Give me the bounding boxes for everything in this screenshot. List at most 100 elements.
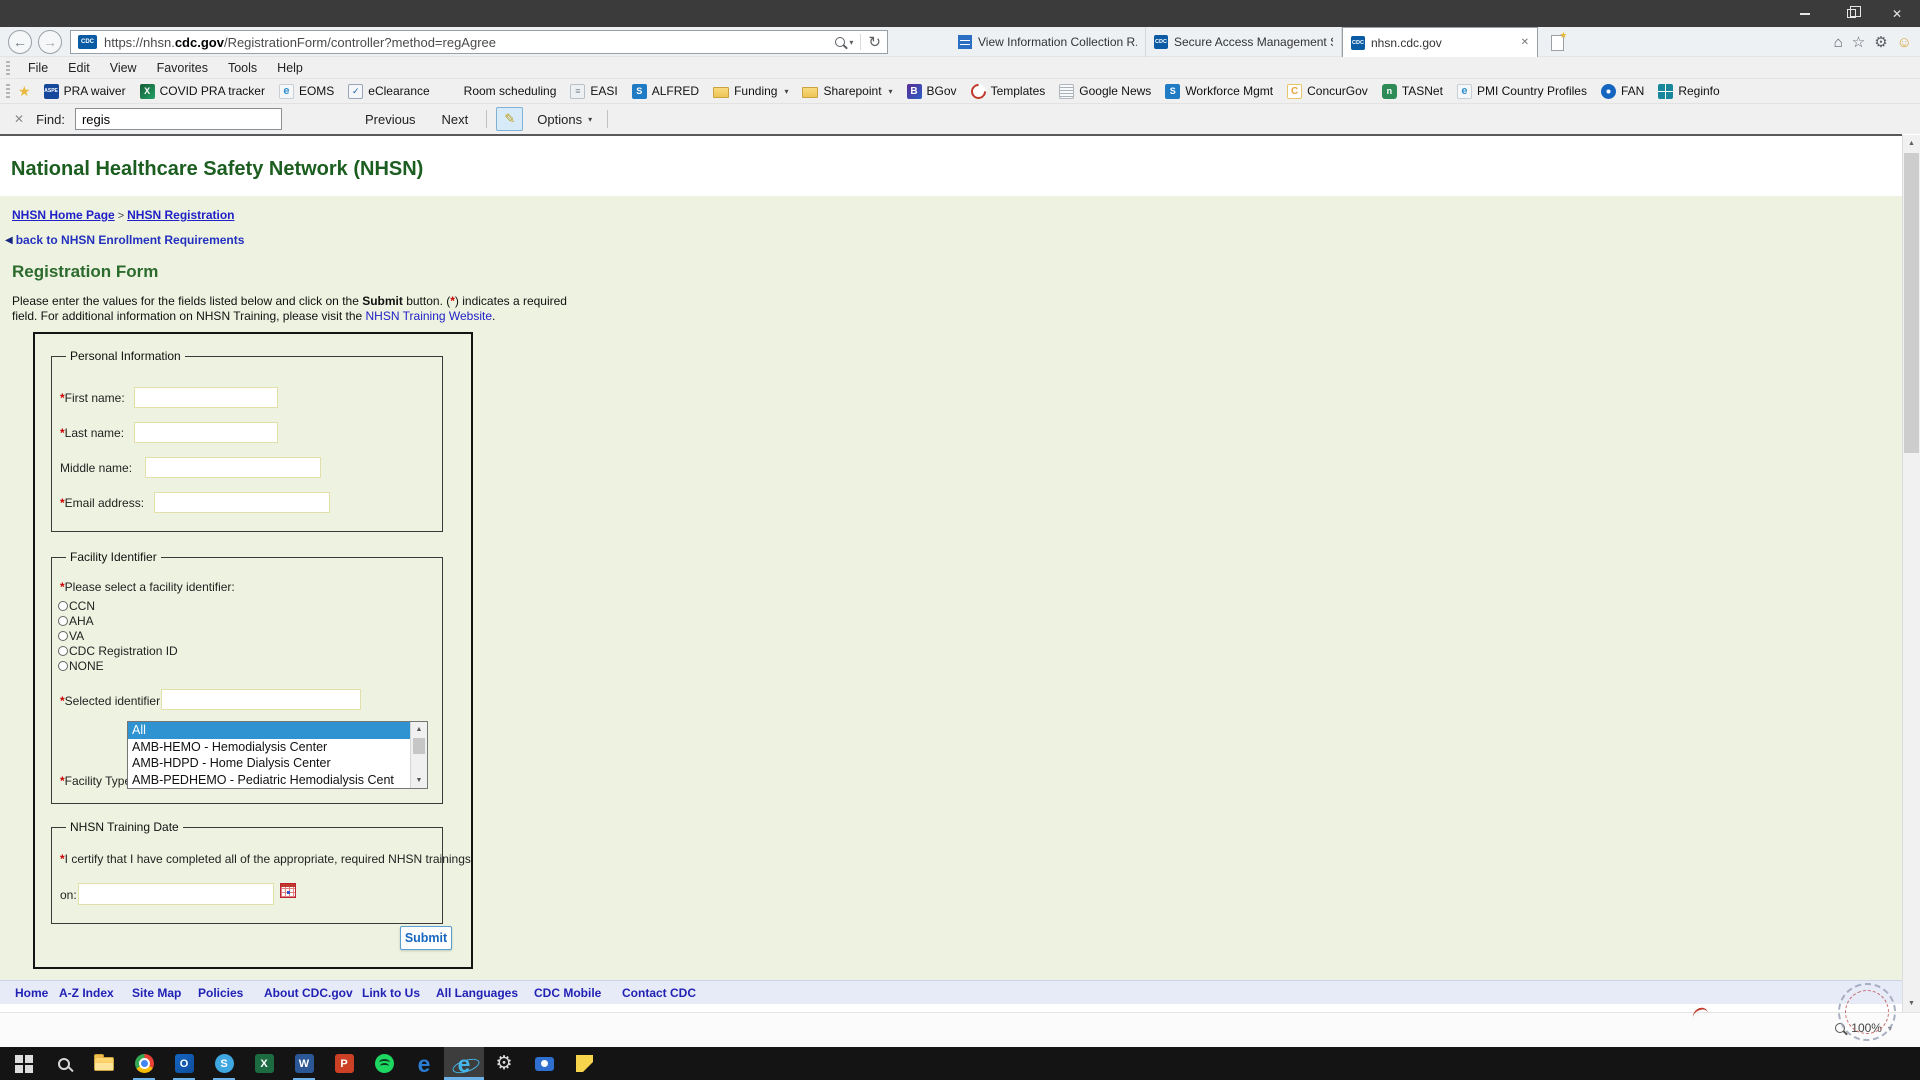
listbox-scrollbar[interactable]: ▲ ▼ (410, 722, 427, 788)
find-close-icon[interactable]: ✕ (14, 112, 24, 126)
scrollbar-thumb[interactable] (1904, 153, 1919, 453)
favorite-bgov[interactable]: BBGov (900, 84, 964, 99)
taskbar-internet-explorer-active[interactable]: e (444, 1047, 484, 1080)
training-date-field[interactable] (78, 883, 274, 905)
search-caret-icon[interactable]: ▾ (849, 38, 853, 47)
selected-identifier-id-field[interactable] (161, 689, 361, 710)
taskbar-skype[interactable]: S (204, 1047, 244, 1080)
footer-link-az-index[interactable]: A-Z Index (59, 986, 114, 1000)
listbox-option-amb-hemo[interactable]: AMB-HEMO - Hemodialysis Center (128, 739, 410, 756)
favorite-pra-waiver[interactable]: ASPEPRA waiver (37, 84, 133, 99)
scroll-up-icon[interactable]: ▲ (411, 722, 427, 737)
new-tab-button[interactable]: ★ (1546, 31, 1568, 55)
footer-link-link-to-us[interactable]: Link to Us (362, 986, 420, 1000)
nhsn-training-website-link[interactable]: NHSN Training Website (366, 309, 493, 323)
start-button[interactable] (4, 1047, 44, 1080)
taskbar-file-explorer[interactable] (84, 1047, 124, 1080)
listbox-option-amb-hdpd[interactable]: AMB-HDPD - Home Dialysis Center (128, 755, 410, 772)
menu-tools[interactable]: Tools (218, 61, 267, 75)
breadcrumb-home-link[interactable]: NHSN Home Page (12, 208, 115, 222)
taskbar-settings[interactable]: ⚙ (484, 1047, 524, 1080)
tab-view-information[interactable]: View Information Collection R... (950, 27, 1146, 57)
address-bar[interactable]: CDC https://nhsn.cdc.gov/RegistrationFor… (70, 30, 888, 54)
tab-nhsn-active[interactable]: CDC nhsn.cdc.gov ✕ (1342, 27, 1538, 57)
favorite-eoms[interactable]: eEOMS (272, 84, 341, 99)
menu-file[interactable]: File (18, 61, 58, 75)
feedback-smiley-icon[interactable]: ☺ (1897, 34, 1912, 51)
favorite-covid-pra-tracker[interactable]: XCOVID PRA tracker (133, 84, 272, 99)
footer-link-about-cdc[interactable]: About CDC.gov (264, 986, 353, 1000)
home-icon[interactable]: ⌂ (1834, 34, 1843, 51)
menu-help[interactable]: Help (267, 61, 313, 75)
gear-icon[interactable]: ⚙ (1874, 33, 1887, 51)
scroll-up-icon[interactable]: ▲ (1903, 135, 1920, 152)
scroll-down-icon[interactable]: ▼ (411, 773, 427, 788)
facility-type-listbox[interactable]: All AMB-HEMO - Hemodialysis Center AMB-H… (127, 721, 428, 789)
tab-secure-access[interactable]: CDC Secure Access Management Se... (1146, 27, 1342, 57)
find-next-button[interactable]: Next (429, 112, 482, 127)
restore-button[interactable] (1828, 0, 1874, 27)
listbox-option-amb-pedhemo[interactable]: AMB-PEDHEMO - Pediatric Hemodialysis Cen… (128, 772, 410, 789)
footer-link-policies[interactable]: Policies (198, 986, 243, 1000)
footer-link-all-languages[interactable]: All Languages (436, 986, 518, 1000)
radio-none[interactable]: NONE (58, 659, 104, 673)
favorite-alfred[interactable]: SALFRED (625, 84, 706, 99)
taskbar-excel[interactable]: X (244, 1047, 284, 1080)
menu-edit[interactable]: Edit (58, 61, 100, 75)
forward-button[interactable]: → (38, 30, 62, 54)
favorite-easi[interactable]: ≡EASI (563, 84, 624, 99)
radio-ccn[interactable]: CCN (58, 599, 95, 613)
taskbar-camera-app[interactable] (524, 1047, 564, 1080)
find-previous-button[interactable]: Previous (352, 112, 429, 127)
menu-view[interactable]: View (100, 61, 147, 75)
taskbar-sticky-notes[interactable] (564, 1047, 604, 1080)
drag-handle[interactable] (6, 61, 10, 75)
favorite-funding-folder[interactable]: Funding▾ (706, 84, 795, 98)
favorite-room-scheduling[interactable]: CR SSRoom scheduling (437, 84, 564, 99)
add-favorite-star-icon[interactable]: ★ (18, 83, 31, 100)
calendar-icon[interactable] (280, 883, 296, 898)
favorites-star-icon[interactable]: ☆ (1852, 33, 1865, 51)
search-icon[interactable] (835, 37, 845, 47)
favorite-reginfo[interactable]: Reginfo (1651, 84, 1726, 99)
last-name-field[interactable] (134, 422, 278, 443)
taskbar-spotify[interactable] (364, 1047, 404, 1080)
close-button[interactable]: ✕ (1874, 0, 1920, 27)
find-options-button[interactable]: Options▾ (527, 112, 602, 127)
favorite-concurgov[interactable]: CConcurGov (1280, 84, 1375, 99)
favorite-eclearance[interactable]: ✓eClearance (341, 84, 436, 99)
middle-name-field[interactable] (145, 457, 321, 478)
footer-link-cdc-mobile[interactable]: CDC Mobile (534, 986, 601, 1000)
footer-link-home[interactable]: Home (15, 986, 48, 1000)
scrollbar-thumb[interactable] (413, 738, 425, 754)
drag-handle[interactable] (6, 84, 10, 98)
favorite-workforce-mgmt[interactable]: SWorkforce Mgmt (1158, 84, 1280, 99)
radio-va[interactable]: VA (58, 629, 84, 643)
submit-button[interactable]: Submit (400, 926, 452, 950)
scroll-down-icon[interactable]: ▼ (1903, 995, 1920, 1012)
breadcrumb-registration-link[interactable]: NHSN Registration (127, 208, 234, 222)
favorite-google-news[interactable]: Google News (1052, 84, 1158, 99)
footer-link-site-map[interactable]: Site Map (132, 986, 181, 1000)
back-to-enrollment-link[interactable]: ◀ back to NHSN Enrollment Requirements (5, 233, 244, 247)
taskbar-chrome[interactable] (124, 1047, 164, 1080)
back-button[interactable]: ← (8, 30, 32, 54)
highlight-button[interactable]: ✎ (496, 107, 523, 131)
taskbar-outlook[interactable]: O (164, 1047, 204, 1080)
favorite-fan[interactable]: FAN (1594, 84, 1651, 99)
first-name-field[interactable] (134, 387, 278, 408)
refresh-icon[interactable]: ↻ (868, 33, 881, 51)
taskbar-edge[interactable]: e (404, 1047, 444, 1080)
radio-aha[interactable]: AHA (58, 614, 94, 628)
find-input[interactable] (75, 108, 282, 130)
radio-cdc-registration-id[interactable]: CDC Registration ID (58, 644, 178, 658)
favorite-tasnet[interactable]: nTASNet (1375, 84, 1450, 99)
taskbar-powerpoint[interactable]: P (324, 1047, 364, 1080)
taskbar-word[interactable]: W (284, 1047, 324, 1080)
taskbar-search[interactable] (44, 1047, 84, 1080)
vertical-scrollbar[interactable]: ▲ ▼ (1902, 135, 1920, 1012)
minimize-button[interactable] (1782, 0, 1828, 27)
favorite-sharepoint-folder[interactable]: Sharepoint▾ (795, 84, 899, 98)
listbox-option-all[interactable]: All (128, 722, 410, 739)
tab-close-icon[interactable]: ✕ (1521, 37, 1529, 48)
